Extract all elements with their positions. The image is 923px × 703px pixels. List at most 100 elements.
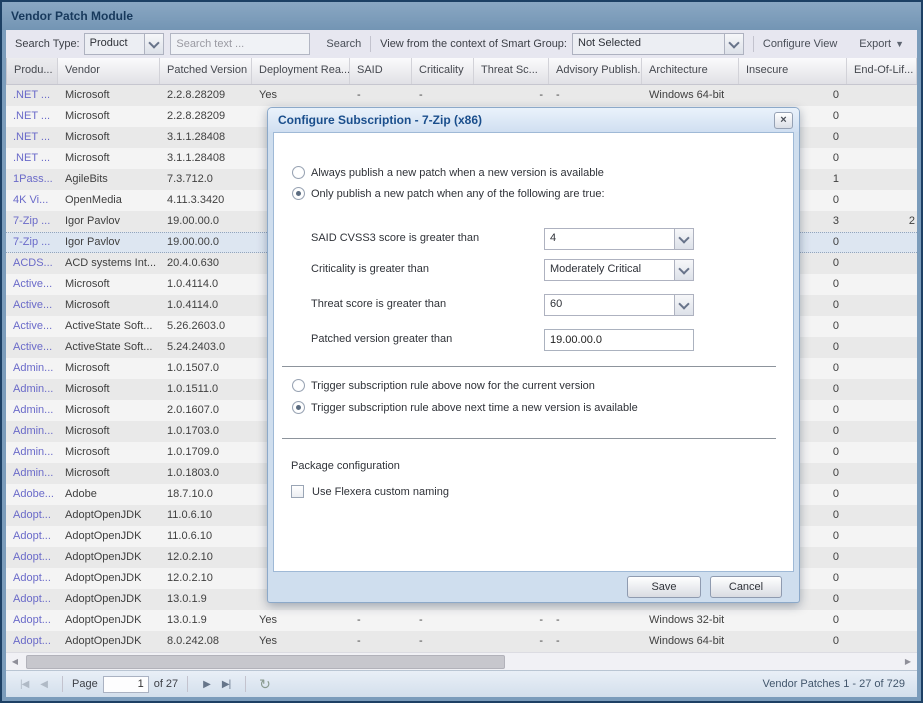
criticality-select[interactable]: Moderately Critical [544,259,694,281]
chevron-down-icon[interactable] [674,295,693,315]
cell-product[interactable]: ACDS... [6,253,58,274]
cell-product[interactable]: Admin... [6,400,58,421]
column-header-architecture[interactable]: Architecture [642,58,739,84]
column-header-threat-score[interactable]: Threat Sc... [474,58,549,84]
cell-end-of-life [847,337,917,358]
cell-product[interactable]: Admin... [6,358,58,379]
cell-product[interactable]: 4K Vi... [6,190,58,211]
search-button[interactable]: Search [326,38,361,50]
threat-score-select[interactable]: 60 [544,294,694,316]
cell-product[interactable]: Adopt... [6,631,58,652]
patched-version-input[interactable] [544,329,694,351]
cell-product[interactable]: .NET ... [6,106,58,127]
cell-patched-version: 8.0.242.08 [160,631,252,652]
cell-product[interactable]: Active... [6,295,58,316]
save-button[interactable]: Save [627,576,701,598]
cell-end-of-life [847,631,917,652]
said-cvss3-value: 4 [545,229,674,249]
cell-vendor: Microsoft [58,379,160,400]
table-row[interactable]: .NET ... Microsoft 2.2.8.28209 Yes - - -… [6,85,917,106]
cell-insecure: 0 [739,631,847,652]
radio-trigger-next[interactable] [292,401,305,414]
hscrollbar[interactable]: ◀ ▶ [6,652,917,670]
cell-patched-version: 2.2.8.28209 [160,106,252,127]
close-icon[interactable]: × [774,112,793,129]
toolbar-separator [753,36,754,52]
toolbar-separator [370,36,371,52]
column-header-advisory-published[interactable]: Advisory Publish... [549,58,642,84]
cancel-button[interactable]: Cancel [710,576,782,598]
table-row[interactable]: Adopt... AdoptOpenJDK 8.0.242.08 Yes - -… [6,631,917,652]
cell-product[interactable]: Adopt... [6,589,58,610]
criticality-label: Criticality is greater than [311,263,429,275]
cell-patched-version: 13.0.1.9 [160,589,252,610]
next-page-button[interactable]: ▶ [203,679,210,690]
column-header-insecure[interactable]: Insecure [739,58,847,84]
cell-product[interactable]: 7-Zip ... [6,233,58,252]
cell-product[interactable]: 7-Zip ... [6,211,58,232]
cell-vendor: AdoptOpenJDK [58,631,160,652]
chevron-down-icon[interactable] [724,34,743,54]
cell-vendor: ActiveState Soft... [58,316,160,337]
cell-product[interactable]: Admin... [6,463,58,484]
column-header-deployment-ready[interactable]: Deployment Rea... [252,58,350,84]
cell-end-of-life [847,610,917,631]
cell-product[interactable]: Adopt... [6,610,58,631]
cell-vendor: Microsoft [58,127,160,148]
cell-product[interactable]: 1Pass... [6,169,58,190]
flexera-naming-checkbox[interactable] [291,485,304,498]
cell-product[interactable]: Active... [6,316,58,337]
chevron-down-icon[interactable] [674,229,693,249]
package-configuration-label: Package configuration [291,460,400,472]
cell-product[interactable]: .NET ... [6,85,58,106]
cell-patched-version: 20.4.0.630 [160,253,252,274]
cell-product[interactable]: .NET ... [6,127,58,148]
cell-product[interactable]: .NET ... [6,148,58,169]
refresh-icon[interactable]: ↻ [259,676,271,693]
cell-product[interactable]: Active... [6,274,58,295]
search-type-select[interactable]: Product [84,33,165,55]
radio-always-publish-label: Always publish a new patch when a new ve… [311,167,604,179]
cell-product[interactable]: Adopt... [6,526,58,547]
radio-always-publish[interactable] [292,166,305,179]
cell-product[interactable]: Adopt... [6,505,58,526]
cell-product[interactable]: Active... [6,337,58,358]
cell-patched-version: 7.3.712.0 [160,169,252,190]
last-page-button[interactable]: ▶| [222,679,230,690]
chevron-down-icon[interactable] [144,34,163,54]
configure-view-button[interactable]: Configure View [763,38,837,50]
prev-page-button[interactable]: ◀ [40,679,47,690]
search-input[interactable] [170,33,310,55]
smart-group-select[interactable]: Not Selected [572,33,744,55]
radio-only-publish[interactable] [292,187,305,200]
cell-product[interactable]: Adopt... [6,568,58,589]
cell-end-of-life [847,233,917,252]
cell-patched-version: 1.0.4114.0 [160,274,252,295]
column-header-said[interactable]: SAID [350,58,412,84]
radio-trigger-now-label: Trigger subscription rule above now for … [311,380,595,392]
cell-product[interactable]: Admin... [6,421,58,442]
export-button[interactable]: Export▼ [859,38,904,50]
cell-product[interactable]: Adobe... [6,484,58,505]
chevron-down-icon[interactable] [674,260,693,280]
hscroll-right-arrow-icon[interactable]: ▶ [901,655,915,668]
column-header-end-of-life[interactable]: End-Of-Lif... [847,58,917,84]
hscroll-left-arrow-icon[interactable]: ◀ [8,655,22,668]
record-count-status: Vendor Patches 1 - 27 of 729 [763,678,910,690]
page-input[interactable] [103,676,149,693]
radio-trigger-now[interactable] [292,379,305,392]
cell-deployment-ready: Yes [252,610,350,631]
cell-vendor: Igor Pavlov [58,233,160,252]
said-cvss3-select[interactable]: 4 [544,228,694,250]
column-header-vendor[interactable]: Vendor [58,58,160,84]
table-row[interactable]: Adopt... AdoptOpenJDK 13.0.1.9 Yes - - -… [6,610,917,631]
column-header-patched-version[interactable]: Patched Version [160,58,252,84]
cell-product[interactable]: Admin... [6,442,58,463]
first-page-button[interactable]: |◀ [20,679,28,690]
cell-product[interactable]: Adopt... [6,547,58,568]
column-header-product[interactable]: Produ... [6,58,58,84]
cell-product[interactable]: Admin... [6,379,58,400]
cell-vendor: AdoptOpenJDK [58,568,160,589]
hscroll-thumb[interactable] [26,655,505,669]
column-header-criticality[interactable]: Criticality [412,58,474,84]
